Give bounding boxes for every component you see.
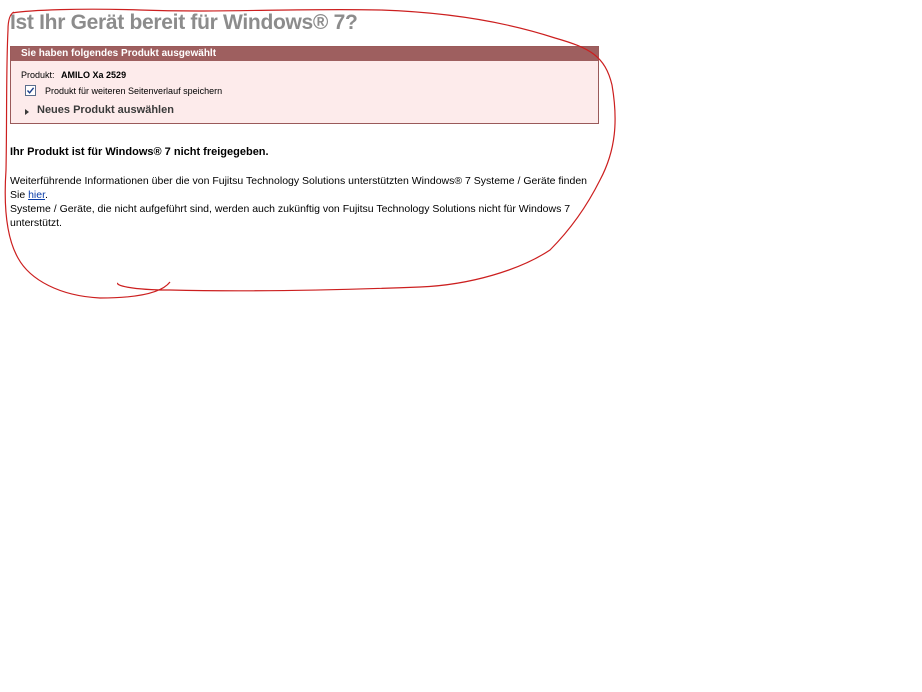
info-line1: Weiterführende Informationen über die vo… — [10, 175, 587, 201]
selected-product-panel: Sie haben folgendes Produkt ausgewählt P… — [10, 46, 599, 124]
save-product-label: Produkt für weiteren Seitenverlauf speic… — [45, 85, 223, 96]
info-paragraph-1: Weiterführende Informationen über die vo… — [10, 174, 590, 202]
panel-header: Sie haben folgendes Produkt ausgewählt — [11, 47, 598, 61]
new-product-link[interactable]: Neues Produkt auswählen — [25, 104, 174, 116]
save-product-row: Produkt für weiteren Seitenverlauf speic… — [25, 85, 222, 96]
product-value: AMILO Xa 2529 — [61, 70, 127, 80]
product-label: Produkt: — [21, 70, 55, 80]
new-product-label[interactable]: Neues Produkt auswählen — [37, 104, 174, 116]
compatibility-status: Ihr Produkt ist für Windows® 7 nicht fre… — [10, 146, 269, 158]
triangle-right-icon — [25, 109, 29, 115]
save-product-checkbox[interactable] — [25, 85, 36, 96]
page: Ist Ihr Gerät bereit für Windows® 7? Sie… — [0, 0, 922, 692]
info-link-hier[interactable]: hier — [28, 189, 45, 201]
info-paragraph-2: Systeme / Geräte, die nicht aufgeführt s… — [10, 203, 571, 229]
info-text: Weiterführende Informationen über die vo… — [10, 174, 590, 230]
info-line1-end: . — [45, 189, 48, 201]
page-title: Ist Ihr Gerät bereit für Windows® 7? — [10, 11, 358, 34]
check-icon — [26, 87, 35, 94]
product-row: Produkt: AMILO Xa 2529 — [21, 70, 126, 80]
